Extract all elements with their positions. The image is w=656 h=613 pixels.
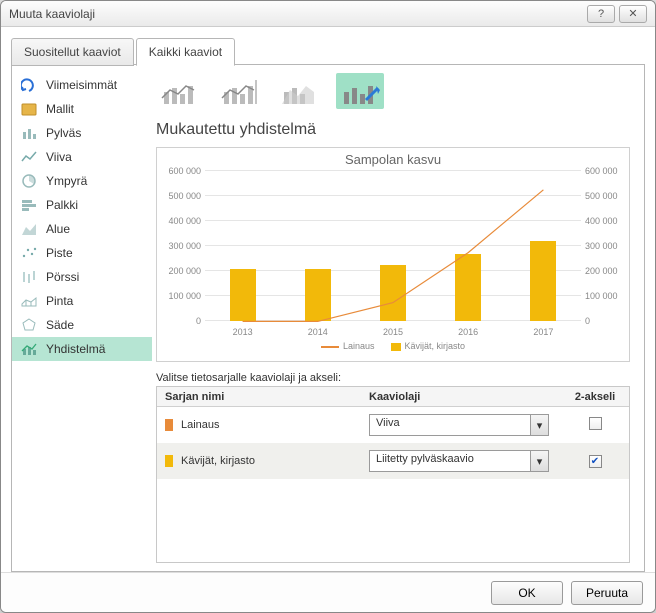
sidebar-item-radar[interactable]: Säde [12,313,152,337]
titlebar: Muuta kaaviolaji ? ✕ [1,1,655,27]
series-name: Lainaus [181,419,220,431]
chart-type-select-lainaus[interactable]: Viiva ▾ [369,414,549,436]
templates-icon [20,101,38,117]
legend-bar: Kävijät, kirjasto [391,341,466,351]
tab-all-charts[interactable]: Kaikki kaaviot [136,38,235,66]
area-chart-icon [20,221,38,237]
tab-recommended[interactable]: Suositellut kaaviot [11,38,134,66]
window-title: Muuta kaaviolaji [9,7,95,21]
sidebar-item-templates[interactable]: Mallit [12,97,152,121]
sidebar-item-label: Mallit [46,102,74,116]
sidebar-item-scatter[interactable]: Piste [12,241,152,265]
sidebar-item-label: Säde [46,318,74,332]
tab-strip: Suositellut kaaviot Kaikki kaaviot [11,37,645,65]
subtype-combo-3[interactable] [276,73,324,109]
stock-chart-icon [20,269,38,285]
pie-chart-icon [20,173,38,189]
subtype-row [156,73,630,109]
chart-plot-area: 00 100 000100 000 200 000200 000 300 000… [205,171,581,321]
radar-chart-icon [20,317,38,333]
col-header-name: Sarjan nimi [165,391,369,403]
sidebar-item-label: Ympyrä [46,174,87,188]
combo-chart-icon [20,341,38,357]
subtype-combo-1[interactable] [156,73,204,109]
line-chart-icon [20,149,38,165]
bar-2017 [530,241,556,321]
recent-icon [20,77,38,93]
chart-legend: Lainaus Kävijät, kirjasto [163,341,623,351]
sidebar-item-stock[interactable]: Pörssi [12,265,152,289]
sidebar-item-label: Alue [46,222,70,236]
chevron-down-icon: ▾ [530,451,548,471]
series-row-lainaus: Lainaus Viiva ▾ [157,407,629,443]
dialog-body: Suositellut kaaviot Kaikki kaaviot Viime… [1,27,655,572]
close-button[interactable]: ✕ [619,5,647,23]
sidebar-item-label: Viimeisimmät [46,78,117,92]
tab-page: Viimeisimmät Mallit Pylväs [11,64,645,572]
chart-title: Sampolan kasvu [163,152,623,167]
subtype-heading: Mukautettu yhdistelmä [156,121,630,139]
bar-series [205,171,581,321]
sidebar-item-label: Pörssi [46,270,79,284]
help-button[interactable]: ? [587,5,615,23]
sidebar-item-column[interactable]: Pylväs [12,121,152,145]
series-section-label: Valitse tietosarjalle kaaviolaji ja akse… [156,372,630,384]
bar-2016 [455,254,481,322]
content-pane: Mukautettu yhdistelmä Sampolan kasvu 00 … [152,65,644,571]
series-name: Kävijät, kirjasto [181,455,255,467]
sidebar-item-combo[interactable]: Yhdistelmä [12,337,152,361]
column-chart-icon [20,125,38,141]
sidebar-item-recent[interactable]: Viimeisimmät [12,73,152,97]
sidebar-item-label: Viiva [46,150,72,164]
sidebar-item-label: Palkki [46,198,78,212]
sidebar-item-label: Pinta [46,294,73,308]
legend-line: Lainaus [321,341,375,351]
series-row-kavijat: Kävijät, kirjasto Liitetty pylväskaavio … [157,443,629,479]
sidebar-item-label: Pylväs [46,126,81,140]
chart-type-select-kavijat[interactable]: Liitetty pylväskaavio ▾ [369,450,549,472]
col-header-type: Kaaviolaji [369,391,569,403]
series-color-swatch [165,455,173,467]
ok-button[interactable]: OK [491,581,563,605]
bar-2013 [230,269,256,322]
subtype-combo-custom[interactable] [336,73,384,109]
cancel-button[interactable]: Peruuta [571,581,643,605]
chart-preview: Sampolan kasvu 00 100 000100 000 200 000… [156,147,630,362]
sidebar-item-area[interactable]: Alue [12,217,152,241]
sidebar-item-pie[interactable]: Ympyrä [12,169,152,193]
series-table-head: Sarjan nimi Kaaviolaji 2-akseli [157,387,629,407]
scatter-chart-icon [20,245,38,261]
series-table: Sarjan nimi Kaaviolaji 2-akseli Lainaus … [156,386,630,563]
subtype-combo-2[interactable] [216,73,264,109]
sidebar-item-bar[interactable]: Palkki [12,193,152,217]
chart-category-sidebar: Viimeisimmät Mallit Pylväs [12,65,152,571]
x-axis: 2013 2014 2015 2016 2017 [205,327,581,337]
sidebar-item-surface[interactable]: Pinta [12,289,152,313]
bar-2015 [380,265,406,321]
secondary-axis-checkbox-kavijat[interactable]: ✔ [589,455,602,468]
secondary-axis-checkbox-lainaus[interactable] [589,417,602,430]
dialog-window: Muuta kaaviolaji ? ✕ Suositellut kaaviot… [0,0,656,613]
bar-2014 [305,269,331,322]
surface-chart-icon [20,293,38,309]
bar-chart-icon [20,197,38,213]
chevron-down-icon: ▾ [530,415,548,435]
col-header-axis: 2-akseli [569,391,621,403]
series-color-swatch [165,419,173,431]
sidebar-item-label: Piste [46,246,73,260]
dialog-footer: OK Peruuta [1,572,655,612]
sidebar-item-line[interactable]: Viiva [12,145,152,169]
sidebar-item-label: Yhdistelmä [46,342,105,356]
